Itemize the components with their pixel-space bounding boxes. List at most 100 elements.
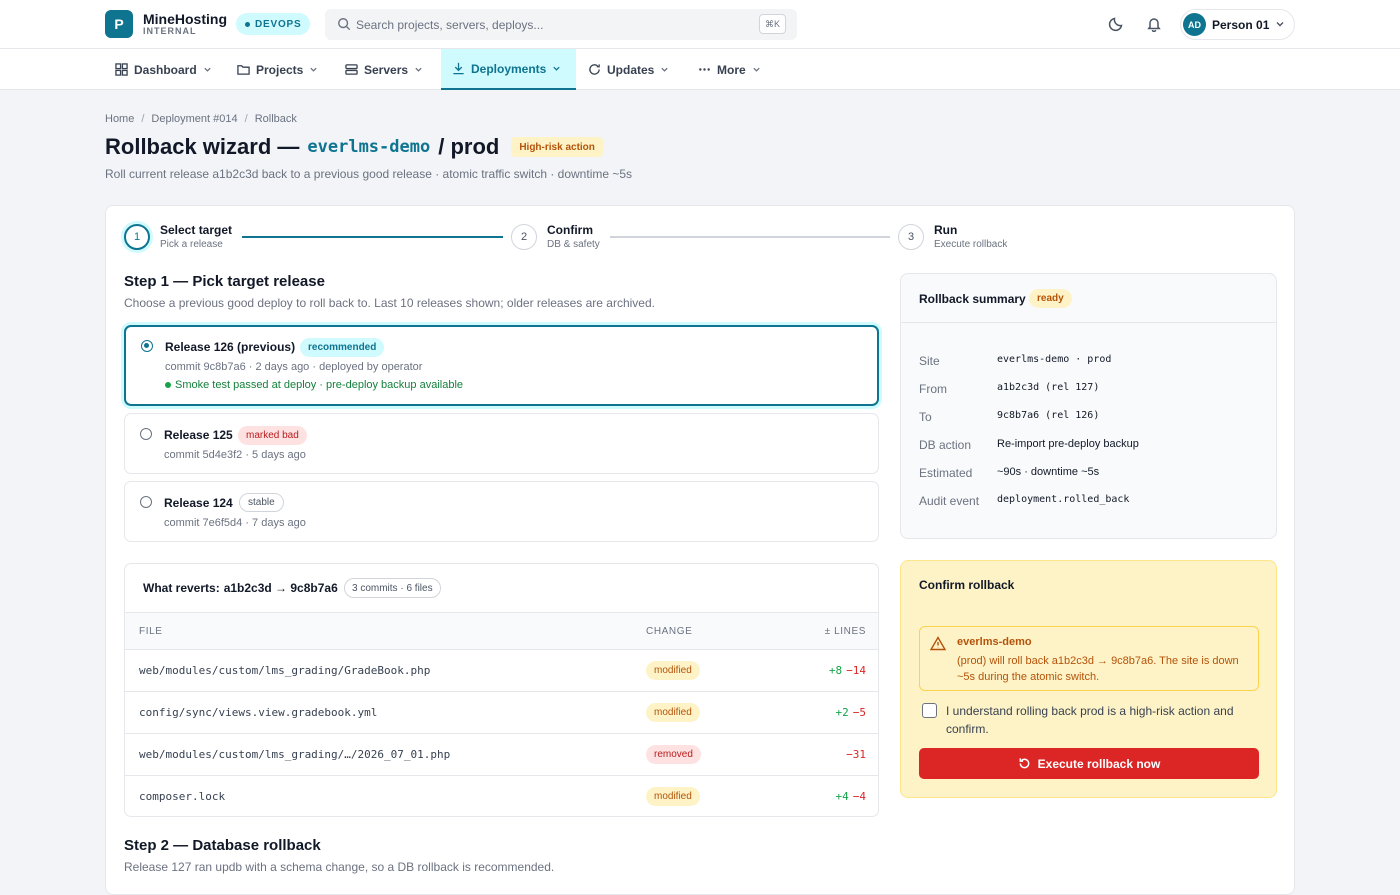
release-name: Release 126 (previous) <box>165 340 296 354</box>
table-row: web/modules/custom/lms_grading/…/2026_07… <box>125 734 878 776</box>
warning-triangle-icon <box>930 636 946 651</box>
summary-key: To <box>919 410 932 424</box>
release-option-124[interactable]: Release 124 stable commit 7e6f5d4 · 7 da… <box>124 481 879 542</box>
moon-icon <box>1108 17 1123 32</box>
wizard-card: 1 Select target Pick a release 2 Confirm… <box>105 205 1295 895</box>
summary-key: DB action <box>919 438 972 452</box>
top-bar: P MineHosting INTERNAL DEVOPS ⌘K AD Pers… <box>0 0 1400 49</box>
search-box[interactable]: ⌘K <box>325 9 797 40</box>
th-change: CHANGE <box>646 626 693 637</box>
nav-label: Servers <box>364 62 409 77</box>
step-1-desc: Pick a release <box>160 239 223 250</box>
summary-key: Site <box>919 354 940 368</box>
summary-key: Estimated <box>919 466 973 480</box>
change-badge: modified <box>646 703 700 722</box>
release-badge: marked bad <box>238 426 307 445</box>
chevron-down-icon <box>753 67 760 72</box>
lines-added: +4 <box>835 790 849 803</box>
nav-label: More <box>717 62 746 77</box>
search-icon <box>338 18 351 31</box>
user-menu[interactable]: AD Person 01 <box>1180 9 1295 40</box>
release-radio[interactable] <box>141 340 153 352</box>
brand-logo[interactable]: P <box>105 10 133 38</box>
line-delta: −31 <box>846 748 866 761</box>
summary-value: everlms-demo · prod <box>997 354 1112 365</box>
breadcrumb: Home / Deployment #014 / Rollback <box>105 113 297 125</box>
diff-title-prefix: What reverts: <box>143 581 220 595</box>
nav-deployments[interactable]: Deployments <box>441 49 576 90</box>
step-3-desc: Execute rollback <box>934 239 1008 250</box>
diff-title-range: a1b2c3d → 9c8b7a6 <box>223 581 338 595</box>
confirm-rollback-panel: Confirm rollback everlms-demo (prod) wil… <box>900 560 1277 798</box>
divider <box>901 322 1276 323</box>
nav-label: Deployments <box>471 61 547 76</box>
release-option-126[interactable]: Release 126 (previous) recommended commi… <box>124 325 879 406</box>
download-icon <box>453 62 464 75</box>
step-connector-2 <box>610 236 890 238</box>
env-badge-label: DEVOPS <box>255 18 302 30</box>
step-connector-1 <box>242 236 503 238</box>
brand-name: MineHosting <box>143 11 227 27</box>
lines-removed: −14 <box>846 664 866 677</box>
breadcrumb-deployment[interactable]: Deployment #014 <box>151 113 237 125</box>
step-1-circle[interactable]: 1 <box>124 224 150 250</box>
avatar: AD <box>1183 13 1206 36</box>
release-badge: recommended <box>300 338 385 357</box>
breadcrumb-home[interactable]: Home <box>105 113 134 125</box>
warning-text: (prod) will roll back a1b2c3d → 9c8b7a6.… <box>957 655 1239 683</box>
env-dot-icon <box>245 21 250 27</box>
change-badge: modified <box>646 661 700 680</box>
nav-label: Projects <box>256 62 304 77</box>
file-path: config/sync/views.view.gradebook.yml <box>139 706 378 719</box>
release-radio[interactable] <box>140 496 152 508</box>
line-delta: +8 −14 <box>829 664 866 677</box>
refresh-icon <box>589 64 600 75</box>
search-shortcut: ⌘K <box>758 14 786 34</box>
step-2-circle[interactable]: 2 <box>511 224 537 250</box>
change-badge: modified <box>646 787 700 806</box>
search-input[interactable] <box>356 9 776 40</box>
undo-icon <box>1019 758 1030 769</box>
nav-updates[interactable]: Updates <box>578 49 679 90</box>
summary-value: ~90s · downtime ~5s <box>997 466 1100 478</box>
summary-key: Audit event <box>919 494 980 508</box>
title-suffix: / prod <box>438 134 500 159</box>
bell-icon <box>1147 18 1161 32</box>
step-1-title: Step 1 — Pick target release <box>124 273 325 290</box>
lines-removed: −31 <box>846 748 866 761</box>
notifications-button[interactable] <box>1144 14 1164 34</box>
nav-dashboard[interactable]: Dashboard <box>105 49 222 90</box>
step-1-description: Choose a previous good deploy to roll ba… <box>124 296 655 310</box>
nav-label: Dashboard <box>134 62 197 77</box>
line-delta: +4 −4 <box>836 790 867 803</box>
table-row: composer.lock modified +4 −4 <box>125 776 878 816</box>
step-3-circle[interactable]: 3 <box>898 224 924 250</box>
table-header: FILE CHANGE ± LINES <box>125 612 878 650</box>
brand-subtitle: INTERNAL <box>143 26 197 36</box>
lines-removed: −4 <box>852 790 866 803</box>
theme-toggle[interactable] <box>1106 14 1126 34</box>
confirm-title: Confirm rollback <box>919 578 1015 592</box>
nav-label: Updates <box>607 62 655 77</box>
chevron-down-icon <box>310 67 318 72</box>
confirm-checkbox[interactable] <box>922 703 937 718</box>
nav-projects[interactable]: Projects <box>227 49 328 90</box>
execute-rollback-button[interactable]: Execute rollback now <box>919 748 1259 779</box>
lines-added: +8 <box>828 664 843 677</box>
th-file: FILE <box>139 626 163 637</box>
table-row: web/modules/custom/lms_grading/GradeBook… <box>125 650 878 692</box>
breadcrumb-current: Rollback <box>254 113 297 125</box>
breadcrumb-separator: / <box>244 113 248 125</box>
rollback-summary-panel: Rollback summary ready Site everlms-demo… <box>900 273 1277 539</box>
main-nav: Dashboard Projects Servers Deployments U… <box>0 49 1400 90</box>
table-row: config/sync/views.view.gradebook.yml mod… <box>125 692 878 734</box>
chevron-down-icon <box>204 67 211 72</box>
release-radio[interactable] <box>140 428 152 440</box>
release-option-125[interactable]: Release 125 marked bad commit 5d4e3f2 · … <box>124 413 879 474</box>
line-delta: +2 −5 <box>836 706 867 719</box>
nav-servers[interactable]: Servers <box>335 49 433 90</box>
file-path: web/modules/custom/lms_grading/GradeBook… <box>139 664 431 677</box>
success-dot-icon <box>165 382 171 388</box>
nav-more[interactable]: More <box>688 49 771 90</box>
confirm-checkbox-label[interactable]: I understand rolling back prod is a high… <box>946 702 1256 738</box>
